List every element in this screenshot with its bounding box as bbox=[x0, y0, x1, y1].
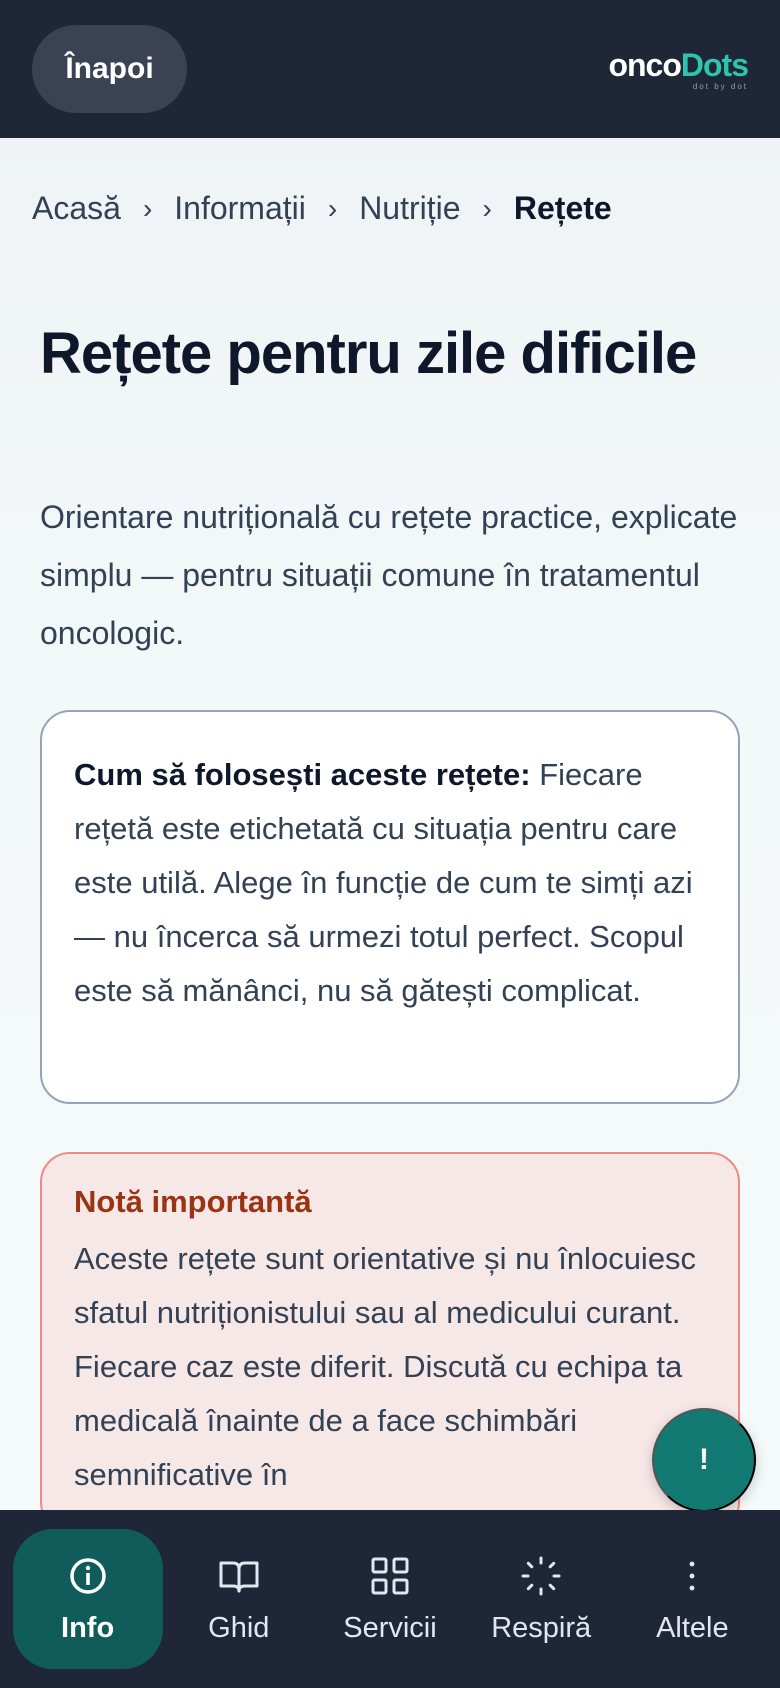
chevron-right-icon: › bbox=[482, 192, 492, 224]
usage-info-text: Fiecare rețetă este etichetată cu situaț… bbox=[74, 757, 693, 1008]
chevron-right-icon: › bbox=[142, 192, 153, 224]
logo-onco-text: onco bbox=[608, 47, 681, 83]
page-title: Rețete pentru zile dificile bbox=[40, 321, 697, 386]
nav-item-respira[interactable]: Respiră bbox=[466, 1529, 616, 1669]
nav-label-ghid: Ghid bbox=[208, 1611, 270, 1644]
important-note-card: Notă importantă Aceste rețete sunt orien… bbox=[40, 1152, 740, 1532]
nav-label-respira: Respiră bbox=[491, 1611, 592, 1644]
app-header: Înapoi onco Dots dot by dot bbox=[0, 0, 780, 138]
breadcrumb-informatii[interactable]: Informații bbox=[174, 190, 306, 227]
breath-icon bbox=[519, 1554, 563, 1598]
logo-dots-text: Dots bbox=[680, 47, 749, 83]
breadcrumb: Acasă › Informații › Nutriție › Rețete bbox=[32, 190, 612, 227]
nav-label-servicii: Servicii bbox=[343, 1611, 437, 1644]
important-note-text: Aceste rețete sunt orientative și nu înl… bbox=[74, 1241, 697, 1492]
important-note-title: Notă importantă bbox=[74, 1184, 312, 1219]
more-icon bbox=[670, 1554, 714, 1598]
book-icon bbox=[217, 1554, 261, 1598]
alert-fab-button[interactable]: ! bbox=[652, 1408, 756, 1512]
back-button[interactable]: Înapoi bbox=[32, 25, 187, 113]
page-lead: Orientare nutrițională cu rețete practic… bbox=[40, 499, 738, 651]
nav-label-altele: Altele bbox=[656, 1611, 729, 1644]
bottom-navigation: Info Ghid Servicii Respiră Altele bbox=[0, 1510, 780, 1688]
nav-item-ghid[interactable]: Ghid bbox=[164, 1529, 314, 1669]
usage-info-heading: Cum să folosești aceste rețete: bbox=[74, 757, 531, 792]
nav-item-altele[interactable]: Altele bbox=[617, 1529, 767, 1669]
nav-item-info[interactable]: Info bbox=[12, 1529, 163, 1669]
nav-label-info: Info bbox=[61, 1611, 115, 1644]
usage-info-card: Cum să folosești aceste rețete: Fiecare … bbox=[40, 710, 740, 1104]
breadcrumb-nutritie[interactable]: Nutriție bbox=[359, 190, 460, 227]
breadcrumb-home[interactable]: Acasă bbox=[32, 190, 121, 227]
info-icon bbox=[66, 1554, 110, 1598]
chevron-right-icon: › bbox=[327, 192, 338, 224]
breadcrumb-current: Rețete bbox=[513, 190, 612, 226]
logo-tagline: dot by dot bbox=[692, 82, 748, 91]
oncodots-logo[interactable]: onco Dots dot by dot bbox=[608, 47, 749, 91]
grid-icon bbox=[368, 1554, 412, 1598]
nav-item-servicii[interactable]: Servicii bbox=[315, 1529, 465, 1669]
